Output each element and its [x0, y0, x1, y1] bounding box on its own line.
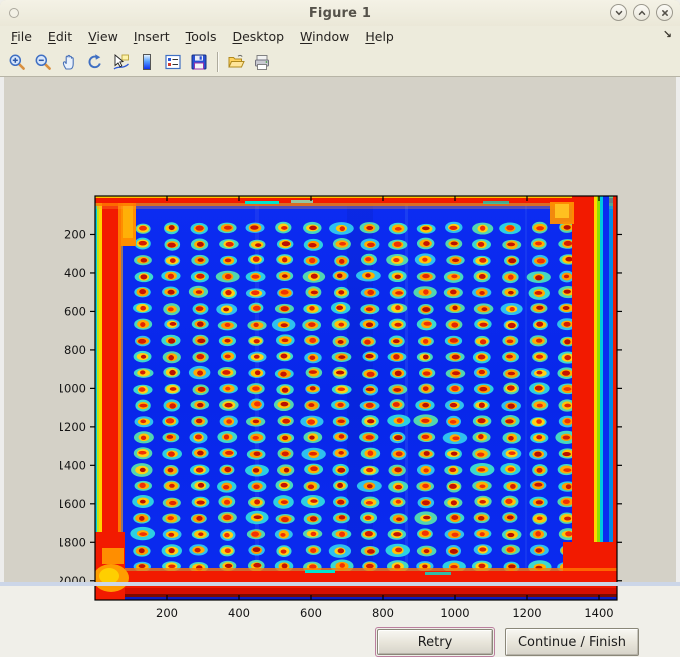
axes-plot[interactable]: 200 400 600 800 1000 1200 1400 200 400 600 800 100…	[60, 188, 660, 633]
svg-text:1000: 1000	[60, 381, 86, 395]
menu-window[interactable]: Window	[292, 27, 357, 46]
colorbar-icon	[143, 53, 151, 70]
menu-view[interactable]: View	[80, 27, 126, 46]
microarray-image	[95, 196, 617, 600]
continue-finish-button[interactable]: Continue / Finish	[505, 628, 639, 656]
window-title: Figure 1	[308, 5, 372, 21]
shade-button[interactable]	[610, 4, 627, 21]
legend-icon	[165, 54, 181, 69]
zoom-in-button[interactable]	[4, 50, 30, 74]
svg-text:1400: 1400	[60, 458, 86, 472]
figure-window: { "window": { "title": "Figure 1", "cont…	[0, 0, 680, 657]
svg-text:1000: 1000	[440, 606, 469, 620]
pan-button[interactable]	[56, 50, 82, 74]
save-figure-button[interactable]	[186, 50, 212, 74]
window-edge-bottom	[0, 582, 680, 586]
menu-help[interactable]: Help	[357, 27, 402, 46]
menu-tools[interactable]: Tools	[178, 27, 225, 46]
x-axis-tick-labels: 200 400 600 800 1000 1200 1400	[156, 606, 614, 620]
chevron-up-icon	[638, 9, 645, 15]
window-controls	[610, 4, 673, 21]
data-cursor-icon	[113, 53, 129, 70]
svg-text:200: 200	[156, 606, 178, 620]
retry-button[interactable]: Retry	[377, 629, 493, 655]
chevron-down-icon	[615, 10, 622, 15]
data-cursor-button[interactable]	[108, 50, 134, 74]
close-button[interactable]	[656, 4, 673, 21]
svg-text:1200: 1200	[512, 606, 541, 620]
window-edge-left	[0, 77, 4, 582]
menu-overflow-arrow-icon[interactable]: ↘	[663, 28, 672, 41]
close-icon	[661, 9, 668, 16]
menu-desktop[interactable]: Desktop	[224, 27, 292, 46]
svg-text:600: 600	[300, 606, 322, 620]
zoom-in-icon	[9, 54, 25, 70]
retry-button-focus-ring: Retry	[375, 627, 495, 657]
printer-icon	[255, 54, 269, 70]
insert-legend-button[interactable]	[160, 50, 186, 74]
open-file-button[interactable]	[223, 50, 249, 74]
menu-edit[interactable]: Edit	[40, 27, 80, 46]
svg-text:200: 200	[64, 227, 86, 241]
menu-file[interactable]: File	[3, 27, 40, 46]
svg-text:1200: 1200	[60, 420, 86, 434]
maximize-button[interactable]	[633, 4, 650, 21]
zoom-out-button[interactable]	[30, 50, 56, 74]
svg-text:400: 400	[228, 606, 250, 620]
svg-text:600: 600	[64, 304, 86, 318]
menu-bar: File Edit View Insert Tools Desktop Window Help…	[0, 26, 680, 47]
zoom-out-icon	[35, 54, 51, 70]
window-edge-right	[676, 77, 680, 582]
insert-colorbar-button[interactable]	[134, 50, 160, 74]
open-folder-icon	[228, 54, 245, 67]
menu-insert[interactable]: Insert	[126, 27, 178, 46]
svg-text:800: 800	[64, 343, 86, 357]
pan-hand-icon	[62, 54, 74, 70]
toolbar-separator	[217, 51, 218, 72]
title-bar[interactable]: Figure 1	[0, 0, 680, 27]
print-figure-button[interactable]	[249, 50, 275, 74]
rotate-3d-button[interactable]	[82, 50, 108, 74]
figure-canvas: 200 400 600 800 1000 1200 1400 200 400 600 800 100…	[0, 77, 680, 657]
svg-text:800: 800	[372, 606, 394, 620]
rotate-3d-icon	[88, 53, 101, 68]
svg-text:1600: 1600	[60, 497, 86, 511]
y-axis-tick-labels: 200400600800100012001400160018002000	[60, 227, 86, 587]
save-icon	[191, 54, 207, 69]
svg-text:1400: 1400	[584, 606, 613, 620]
svg-text:1800: 1800	[60, 535, 86, 549]
svg-text:400: 400	[64, 266, 86, 280]
figure-toolbar	[0, 47, 680, 77]
